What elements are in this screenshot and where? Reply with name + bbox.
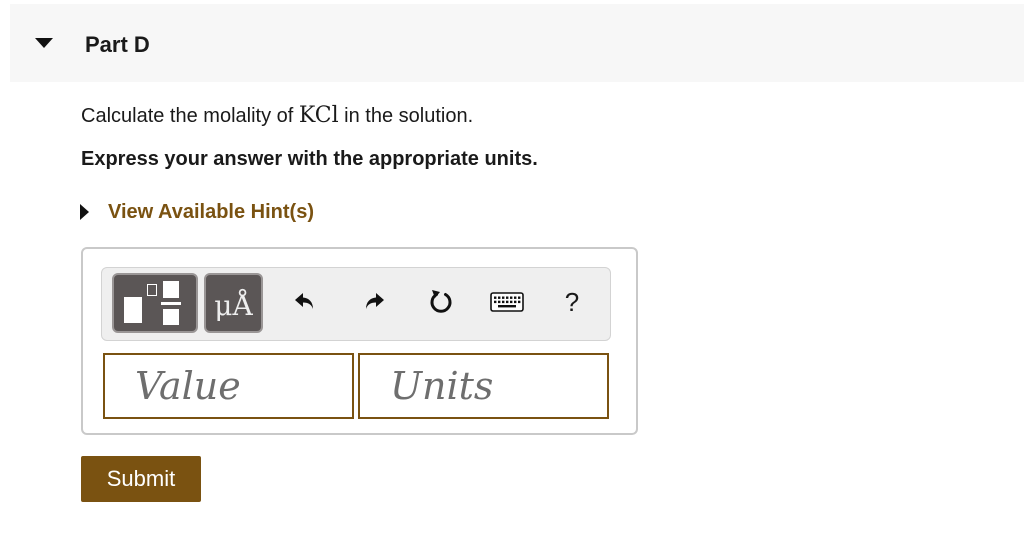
reset-button[interactable] <box>421 282 461 322</box>
question-prefix: Calculate the molality of <box>81 105 299 127</box>
part-title: Part D <box>85 32 150 57</box>
templates-button[interactable] <box>112 273 198 333</box>
answer-box: μÅ ? Value Units <box>81 247 638 435</box>
answer-instruction: Express your answer with the appropriate… <box>81 148 538 170</box>
help-icon: ? <box>564 286 580 317</box>
keyboard-button[interactable] <box>487 282 527 322</box>
keyboard-icon <box>490 292 524 312</box>
units-icon: μÅ <box>214 288 253 322</box>
question-suffix: in the solution. <box>338 105 474 127</box>
redo-button[interactable] <box>353 282 393 322</box>
question-text: Calculate the molality of KCl in the sol… <box>81 103 473 128</box>
chemical-formula: KCl <box>298 103 339 128</box>
value-input[interactable] <box>103 353 354 419</box>
units-button[interactable]: μÅ <box>204 273 263 333</box>
reset-icon <box>430 290 452 313</box>
view-hints-label[interactable]: View Available Hint(s) <box>108 201 314 224</box>
redo-icon <box>366 293 384 309</box>
collapse-triangle-icon[interactable] <box>35 38 53 48</box>
view-hints-link[interactable]: View Available Hint(s) <box>80 199 314 225</box>
math-toolbar: μÅ ? <box>101 267 611 341</box>
expand-triangle-icon <box>80 204 89 220</box>
submit-button[interactable]: Submit <box>81 456 201 502</box>
undo-icon <box>295 293 313 309</box>
help-button[interactable]: ? <box>552 282 592 322</box>
undo-button[interactable] <box>286 282 326 322</box>
part-header[interactable]: Part D <box>10 4 1024 82</box>
problem-page: Part D Calculate the molality of KCl in … <box>0 0 1024 556</box>
units-input[interactable] <box>358 353 609 419</box>
